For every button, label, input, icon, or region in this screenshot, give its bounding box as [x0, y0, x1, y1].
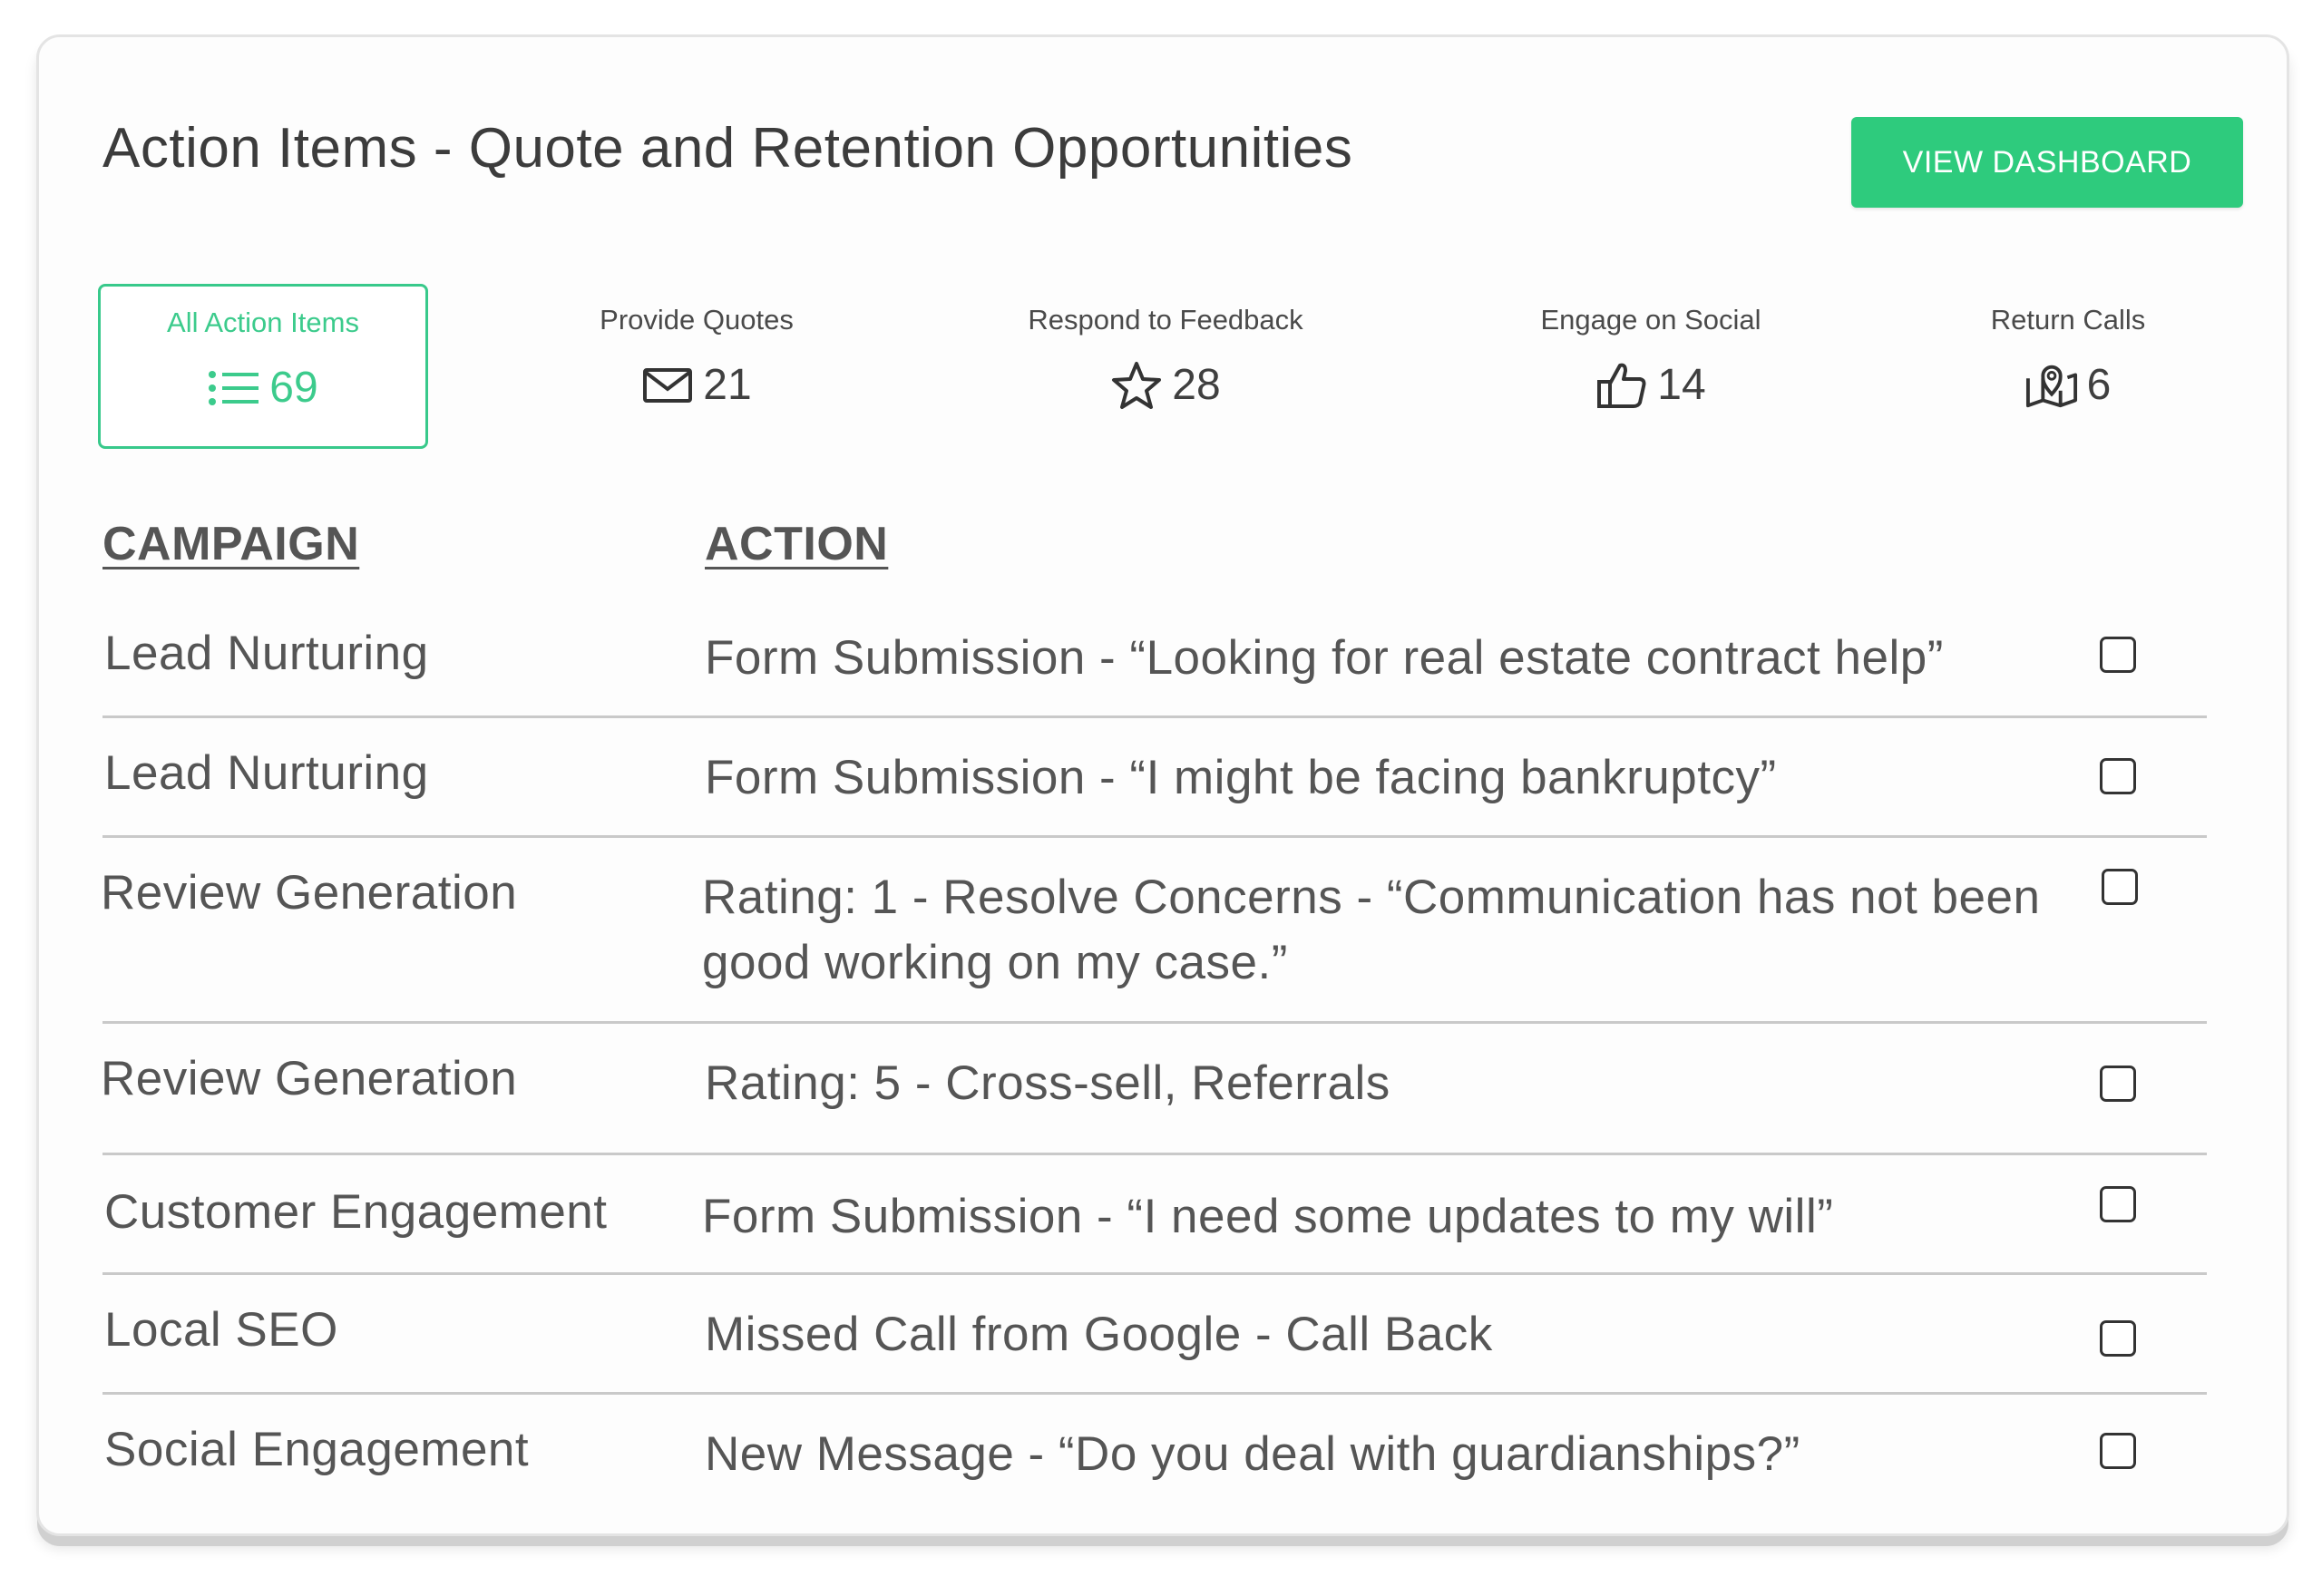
row-checkbox[interactable]: [2100, 1186, 2136, 1222]
row-divider: [102, 835, 2207, 838]
page-title: Action Items - Quote and Retention Oppor…: [102, 117, 1353, 180]
tab-respond-to-feedback[interactable]: Respond to Feedback 28: [998, 284, 1333, 449]
tab-label: Return Calls: [1990, 304, 2146, 336]
tab-label: Engage on Social: [1540, 304, 1761, 336]
action-cell: Form Submission - “I need some updates t…: [702, 1190, 1834, 1243]
tab-count: 6: [2086, 361, 2112, 409]
row-divider: [102, 1021, 2207, 1024]
campaign-cell: Review Generation: [101, 1052, 518, 1105]
row-checkbox[interactable]: [2100, 1433, 2136, 1469]
campaign-cell: Local SEO: [104, 1303, 338, 1357]
row-divider: [102, 1272, 2207, 1275]
action-cell: Missed Call from Google - Call Back: [705, 1308, 1493, 1361]
campaign-cell: Lead Nurturing: [104, 746, 429, 800]
action-column-header[interactable]: ACTION: [705, 517, 888, 571]
row-divider: [102, 1392, 2207, 1395]
row-divider: [102, 715, 2207, 718]
thumbs-up-icon: [1595, 362, 1648, 409]
tab-count: 28: [1172, 361, 1221, 409]
action-cell: Form Submission - “Looking for real esta…: [705, 631, 1944, 685]
action-cell: New Message - “Do you deal with guardian…: [705, 1427, 1800, 1481]
action-cell: Rating: 1 - Resolve Concerns - “Communic…: [702, 871, 2041, 989]
action-cell: Rating: 5 - Cross-sell, Referrals: [705, 1056, 1390, 1110]
tab-count: 14: [1657, 361, 1706, 409]
tab-provide-quotes[interactable]: Provide Quotes 21: [533, 284, 860, 449]
row-checkbox[interactable]: [2102, 869, 2138, 905]
tab-count: 21: [703, 361, 752, 409]
star-icon: [1110, 361, 1163, 409]
map-pin-icon: [2025, 362, 2078, 409]
action-cell: Form Submission - “I might be facing ban…: [705, 751, 1777, 804]
row-checkbox[interactable]: [2100, 1066, 2136, 1102]
tab-label: Respond to Feedback: [1028, 304, 1303, 336]
tab-label: All Action Items: [167, 307, 359, 338]
tab-engage-on-social[interactable]: Engage on Social 14: [1478, 284, 1823, 449]
row-checkbox[interactable]: [2100, 637, 2136, 673]
envelope-icon: [641, 362, 694, 409]
list-icon: [208, 365, 260, 412]
campaign-cell: Social Engagement: [104, 1423, 530, 1476]
tab-label: Provide Quotes: [600, 304, 794, 336]
row-divider: [102, 1153, 2207, 1155]
tab-return-calls[interactable]: Return Calls 6: [1932, 284, 2204, 449]
tab-all-action-items[interactable]: All Action Items 69: [98, 284, 428, 449]
campaign-cell: Review Generation: [101, 866, 518, 920]
row-checkbox[interactable]: [2100, 1320, 2136, 1357]
view-dashboard-button[interactable]: VIEW DASHBOARD: [1851, 117, 2243, 208]
row-checkbox[interactable]: [2100, 758, 2136, 794]
campaign-column-header[interactable]: CAMPAIGN: [102, 517, 359, 571]
tab-count: 69: [269, 364, 318, 412]
campaign-cell: Lead Nurturing: [104, 627, 429, 680]
campaign-cell: Customer Engagement: [104, 1185, 608, 1239]
